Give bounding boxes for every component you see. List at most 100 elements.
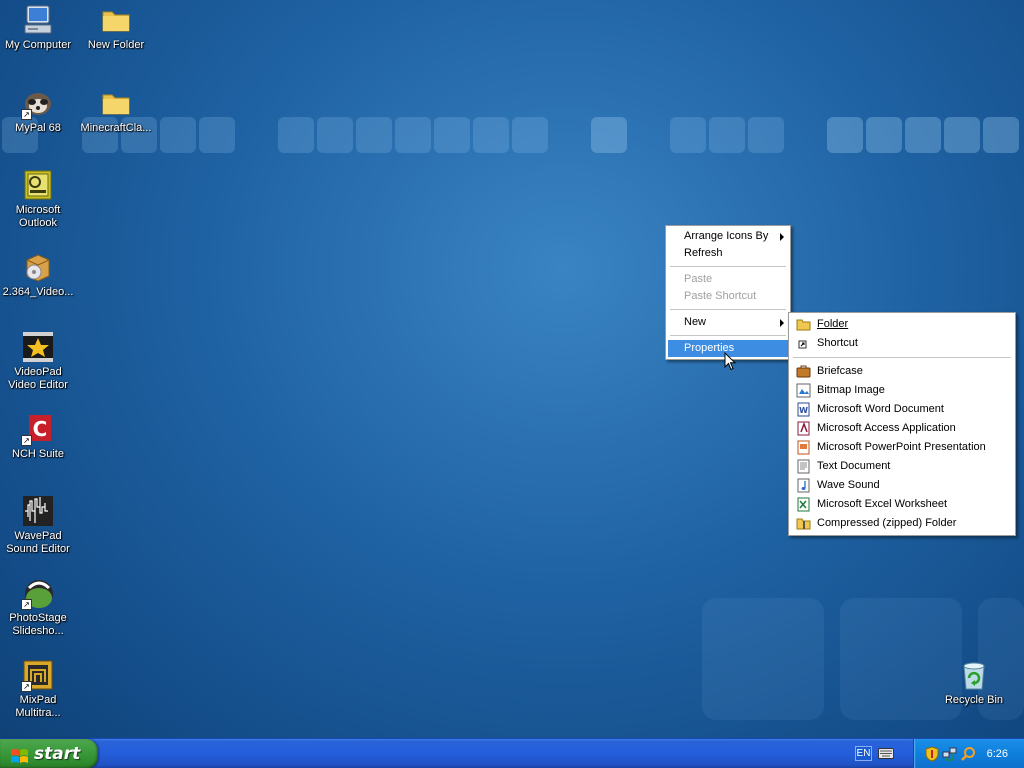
nch-suite-icon: C ↗	[21, 412, 55, 446]
submenu-arrow-icon	[780, 233, 784, 241]
background-tile	[434, 117, 470, 153]
language-indicator[interactable]: EN	[855, 746, 872, 761]
new-item-wave-sound[interactable]: Wave Sound	[791, 476, 1013, 495]
svg-text:C: C	[33, 417, 48, 441]
background-tile	[983, 117, 1019, 153]
new-item-word-document[interactable]: W Microsoft Word Document	[791, 400, 1013, 419]
background-tile	[866, 117, 902, 153]
background-tile	[473, 117, 509, 153]
background-tile	[944, 117, 980, 153]
desktop-icon-my-computer[interactable]: My Computer	[0, 3, 76, 52]
menu-separator	[670, 309, 786, 310]
menu-item-arrange-icons-by[interactable]: Arrange Icons By	[668, 228, 788, 245]
shortcut-arrow-icon: ↗	[21, 681, 32, 692]
shortcut-arrow-icon: ↗	[21, 435, 32, 446]
shortcut-arrow-icon: ↗	[21, 109, 32, 120]
menu-item-paste[interactable]: Paste	[668, 271, 788, 288]
menu-item-paste-shortcut[interactable]: Paste Shortcut	[668, 288, 788, 305]
folder-icon	[796, 317, 811, 332]
menu-item-refresh[interactable]: Refresh	[668, 245, 788, 262]
desktop-icon-label: MyPal 68	[15, 122, 61, 134]
background-tile	[160, 117, 196, 153]
new-item-compressed-folder[interactable]: Compressed (zipped) Folder	[791, 514, 1013, 533]
background-tile	[395, 117, 431, 153]
menu-item-label: Folder	[817, 318, 849, 330]
submenu-arrow-icon	[780, 319, 784, 327]
new-submenu: Folder Shortcut Briefcase Bitmap Image W…	[788, 312, 1016, 536]
menu-item-label: New	[684, 316, 707, 328]
menu-separator	[670, 266, 786, 267]
desktop-icon-label: Microsoft Outlook	[15, 204, 61, 229]
new-item-briefcase[interactable]: Briefcase	[791, 362, 1013, 381]
svg-text:W: W	[799, 406, 808, 415]
new-item-folder[interactable]: Folder	[791, 315, 1013, 334]
recycle-bin-icon	[957, 658, 991, 692]
desktop-icon-label: New Folder	[87, 39, 145, 51]
background-tile	[591, 117, 627, 153]
menu-item-label: Paste Shortcut	[684, 290, 757, 302]
desktop-icon-minecraft-folder[interactable]: MinecraftCla...	[78, 86, 154, 135]
menu-item-label: Microsoft Excel Worksheet	[817, 498, 948, 510]
menu-item-label: Wave Sound	[817, 479, 880, 491]
background-tile	[670, 117, 706, 153]
new-item-shortcut[interactable]: Shortcut	[791, 334, 1013, 353]
desktop-icon-label: My Computer	[4, 39, 72, 51]
menu-item-label: Bitmap Image	[817, 384, 885, 396]
new-item-bitmap-image[interactable]: Bitmap Image	[791, 381, 1013, 400]
menu-separator	[670, 335, 786, 336]
start-button[interactable]: start	[0, 739, 98, 768]
desktop-icon-label: VideoPad Video Editor	[8, 366, 68, 391]
powerpoint-icon	[796, 440, 811, 455]
desktop-icon-photostage[interactable]: ↗ PhotoStage Slidesho...	[0, 576, 76, 638]
network-icon[interactable]	[942, 746, 958, 762]
search-icon[interactable]	[960, 746, 976, 762]
background-tile	[905, 117, 941, 153]
menu-item-label: Paste	[684, 273, 713, 285]
new-item-access-application[interactable]: Microsoft Access Application	[791, 419, 1013, 438]
photostage-icon: ↗	[21, 576, 55, 610]
clock[interactable]: 6:26	[987, 739, 1008, 768]
briefcase-icon	[796, 364, 811, 379]
desktop-icon-wavepad[interactable]: WavePad Sound Editor	[0, 494, 76, 556]
wave-sound-icon	[796, 478, 811, 493]
new-item-powerpoint-presentation[interactable]: Microsoft PowerPoint Presentation	[791, 438, 1013, 457]
background-tile	[709, 117, 745, 153]
new-item-text-document[interactable]: Text Document	[791, 457, 1013, 476]
background-tile	[512, 117, 548, 153]
desktop-icon-video-installer[interactable]: 2.364_Video...	[0, 250, 76, 299]
desktop-icon-recycle-bin[interactable]: Recycle Bin	[936, 658, 1012, 707]
menu-item-label: Microsoft Word Document	[817, 403, 944, 415]
folder-icon	[99, 86, 133, 120]
keyboard-icon[interactable]	[878, 748, 894, 759]
menu-item-label: Microsoft Access Application	[817, 422, 956, 434]
menu-item-label: Arrange Icons By	[684, 230, 769, 242]
mypal-icon: ↗	[21, 86, 55, 120]
menu-separator	[793, 357, 1011, 358]
desktop-icon-new-folder[interactable]: New Folder	[78, 3, 154, 52]
folder-icon	[99, 3, 133, 37]
desktop-icon-label: 2.364_Video...	[2, 286, 74, 298]
security-shield-icon[interactable]	[924, 746, 940, 762]
menu-item-label: Shortcut	[817, 337, 858, 349]
background-tile	[827, 117, 863, 153]
menu-item-label: Refresh	[684, 247, 723, 259]
my-computer-icon	[21, 3, 55, 37]
desktop-icon-outlook[interactable]: Microsoft Outlook	[0, 168, 76, 230]
menu-item-label: Microsoft PowerPoint Presentation	[817, 441, 986, 453]
desktop-icon-videopad[interactable]: VideoPad Video Editor	[0, 330, 76, 392]
desktop-icon-label: MixPad Multitra...	[15, 694, 61, 719]
system-tray: 6:26	[913, 739, 1024, 768]
menu-item-new[interactable]: New	[668, 314, 788, 331]
menu-item-label: Text Document	[817, 460, 891, 472]
videopad-icon	[21, 330, 55, 364]
desktop-icon-label: WavePad Sound Editor	[6, 530, 70, 555]
shortcut-arrow-icon: ↗	[21, 599, 32, 610]
desktop-icon-mixpad[interactable]: ↗ MixPad Multitra...	[0, 658, 76, 720]
desktop-icon-mypal[interactable]: ↗ MyPal 68	[0, 86, 76, 135]
new-item-excel-worksheet[interactable]: Microsoft Excel Worksheet	[791, 495, 1013, 514]
desktop-icon-label: NCH Suite	[12, 448, 64, 460]
desktop-icon-label: Recycle Bin	[944, 694, 1004, 706]
shortcut-icon	[796, 336, 811, 351]
desktop-context-menu: Arrange Icons By Refresh Paste Paste Sho…	[665, 225, 791, 360]
desktop-icon-nch-suite[interactable]: C ↗ NCH Suite	[0, 412, 76, 461]
